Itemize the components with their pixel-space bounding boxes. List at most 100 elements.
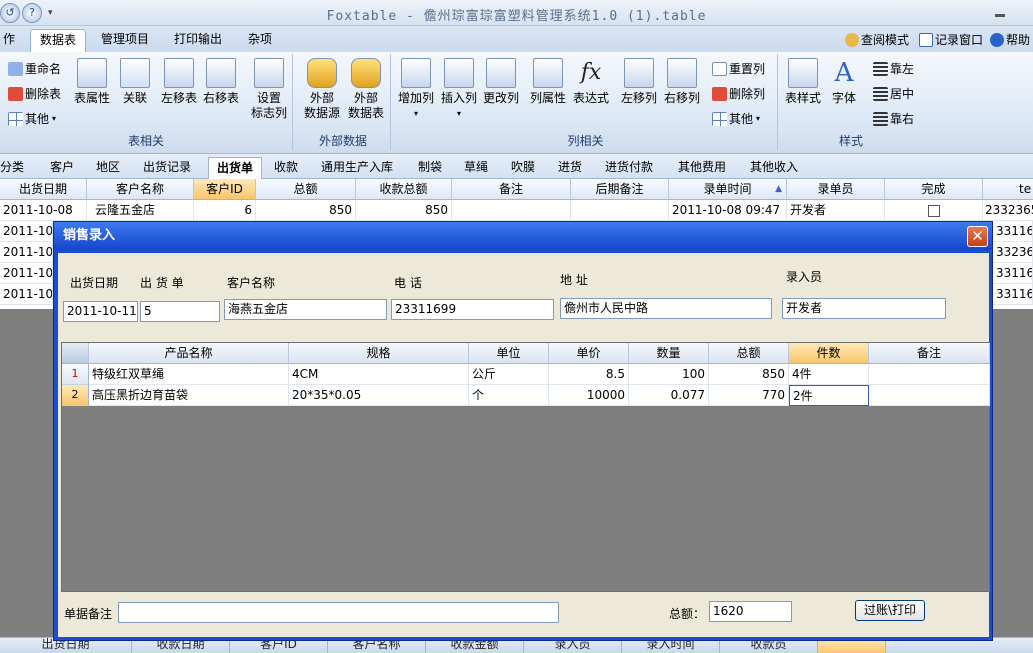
column-header[interactable]: 录单时间 ▲ xyxy=(669,179,787,200)
move-column-right-button[interactable]: 右移列 xyxy=(664,58,700,106)
address-field[interactable]: 儋州市人民中路 xyxy=(560,298,772,319)
cell-pieces-editing[interactable]: 2件 xyxy=(789,385,869,406)
phone-field[interactable]: 23311699 xyxy=(391,299,554,320)
cell-unit[interactable]: 个 xyxy=(469,385,549,406)
cell-done[interactable] xyxy=(885,200,983,221)
cell-customer-id[interactable]: 6 xyxy=(194,200,256,221)
order-field[interactable]: 5 xyxy=(140,301,220,322)
change-column-button[interactable]: 更改列 xyxy=(483,58,519,106)
done-checkbox[interactable] xyxy=(927,204,940,217)
sheet-tab-purchase[interactable]: 进货 xyxy=(550,157,590,179)
row-number[interactable]: 1 xyxy=(62,364,89,385)
cell-customer[interactable]: 云隆五金店 xyxy=(87,200,194,221)
column-header[interactable]: 客户ID xyxy=(194,179,256,200)
align-right-button[interactable]: 靠右 xyxy=(873,110,914,127)
sheet-tab-other-expense[interactable]: 其他费用 xyxy=(670,157,734,179)
sheet-tab-shipping-order[interactable]: 出货单 xyxy=(208,157,263,179)
expression-button[interactable]: fx 表达式 xyxy=(573,58,609,106)
sheet-tab-production[interactable]: 通用生产入库 xyxy=(313,157,401,179)
view-mode-button[interactable]: 查阅模式 xyxy=(845,31,909,48)
cell-total[interactable]: 850 xyxy=(256,200,356,221)
cell-date[interactable]: 2011-10-0 xyxy=(0,221,53,242)
sheet-tab-payment[interactable]: 收款 xyxy=(266,157,306,179)
cell-note[interactable] xyxy=(869,364,990,385)
cell-total[interactable]: 770 xyxy=(709,385,789,406)
delete-column-button[interactable]: 删除列 xyxy=(712,85,765,102)
clerk-field[interactable]: 开发者 xyxy=(782,298,946,319)
sheet-tab-category[interactable]: 分类 xyxy=(0,157,32,179)
other-column-button[interactable]: 其他 ▾ xyxy=(712,110,760,127)
external-datatable-button[interactable]: 外部 数据表 xyxy=(348,58,384,121)
cell-date[interactable]: 2011-10-08 xyxy=(0,200,87,221)
sheet-tab-customer[interactable]: 客户 xyxy=(42,157,82,179)
close-button[interactable]: ✕ xyxy=(967,226,988,247)
column-header[interactable]: 件数 xyxy=(789,343,869,364)
cell-tel[interactable]: 3311699 xyxy=(993,221,1033,242)
sheet-tab-straw-rope[interactable]: 草绳 xyxy=(456,157,496,179)
cell-quantity[interactable]: 0.077 xyxy=(629,385,709,406)
cell-date[interactable]: 2011-10-1 xyxy=(0,263,53,284)
help-button[interactable]: 帮助 xyxy=(990,31,1030,48)
sheet-tab-shipping-records[interactable]: 出货记录 xyxy=(135,157,199,179)
column-header[interactable]: 产品名称 xyxy=(89,343,289,364)
minimize-icon[interactable] xyxy=(995,14,1005,17)
cell-quantity[interactable]: 100 xyxy=(629,364,709,385)
column-header[interactable]: 总额 xyxy=(709,343,789,364)
sheet-tab-region[interactable]: 地区 xyxy=(88,157,128,179)
column-header[interactable]: 完成 xyxy=(885,179,983,200)
record-window-button[interactable]: 记录窗口 xyxy=(919,31,983,48)
insert-column-button[interactable]: 插入列 ▾ xyxy=(441,58,477,121)
rename-button[interactable]: 重命名 xyxy=(8,60,61,77)
column-header[interactable]: 单位 xyxy=(469,343,549,364)
column-header[interactable]: 数量 xyxy=(629,343,709,364)
column-header[interactable]: 备注 xyxy=(869,343,990,364)
order-note-field[interactable] xyxy=(118,602,559,623)
column-header[interactable]: 后期备注 xyxy=(571,179,669,200)
date-field[interactable]: 2011-10-11 xyxy=(63,301,138,322)
cell-price[interactable]: 8.5 xyxy=(549,364,629,385)
cell-received[interactable]: 850 xyxy=(356,200,452,221)
delete-table-button[interactable]: 删除表 xyxy=(8,85,61,102)
cell-tel[interactable]: 3311699 xyxy=(993,284,1033,305)
tab-misc[interactable]: 杂项 xyxy=(239,29,281,52)
sheet-tab-other-income[interactable]: 其他收入 xyxy=(742,157,806,179)
column-properties-button[interactable]: 列属性 xyxy=(530,58,566,106)
cell-unit[interactable]: 公斤 xyxy=(469,364,549,385)
align-left-button[interactable]: 靠左 xyxy=(873,60,914,77)
cell-spec[interactable]: 20*35*0.05 xyxy=(289,385,469,406)
add-column-button[interactable]: 增加列 ▾ xyxy=(398,58,434,121)
sheet-tab-film[interactable]: 吹膜 xyxy=(503,157,543,179)
row-number[interactable]: 2 xyxy=(62,385,89,406)
tab-datatable[interactable]: 数据表 xyxy=(30,29,87,52)
cell-product[interactable]: 高压黑折边育苗袋 xyxy=(89,385,289,406)
tab-work[interactable]: 作 xyxy=(0,29,24,52)
column-header[interactable]: 收款总额 xyxy=(356,179,452,200)
table-style-button[interactable]: 表样式 xyxy=(785,58,821,106)
column-header[interactable]: 录单员 xyxy=(787,179,885,200)
customer-field[interactable]: 海燕五金店 xyxy=(224,299,387,320)
set-flag-column-button[interactable]: 设置 标志列 xyxy=(251,58,287,121)
tab-manage-project[interactable]: 管理项目 xyxy=(92,29,158,52)
table-properties-button[interactable]: 表属性 xyxy=(74,58,110,106)
sheet-tab-bag[interactable]: 制袋 xyxy=(410,157,450,179)
cell-tel[interactable]: 3323658 xyxy=(993,242,1033,263)
column-header[interactable]: te xyxy=(983,179,1033,200)
other-table-button[interactable]: 其他 ▾ xyxy=(8,110,56,127)
column-header[interactable]: 备注 xyxy=(452,179,571,200)
cell-date[interactable]: 2011-10-0 xyxy=(0,242,53,263)
cell-note[interactable] xyxy=(869,385,990,406)
cell-spec[interactable]: 4CM xyxy=(289,364,469,385)
cell-price[interactable]: 10000 xyxy=(549,385,629,406)
reset-column-button[interactable]: 重置列 xyxy=(712,60,765,77)
cell-date[interactable]: 2011-10-1 xyxy=(0,284,53,305)
select-all-corner[interactable] xyxy=(62,343,89,364)
cell-tel[interactable]: 23323658 xyxy=(983,200,1033,221)
cell-note[interactable] xyxy=(452,200,571,221)
font-button[interactable]: A 字体 xyxy=(829,58,859,106)
align-center-button[interactable]: 居中 xyxy=(873,85,914,102)
sheet-tab-purchase-payment[interactable]: 进货付款 xyxy=(597,157,661,179)
column-header[interactable]: 规格 xyxy=(289,343,469,364)
column-header[interactable]: 单价 xyxy=(549,343,629,364)
post-print-button[interactable]: 过账\打印 xyxy=(855,600,925,621)
total-field[interactable]: 1620 xyxy=(709,601,792,622)
